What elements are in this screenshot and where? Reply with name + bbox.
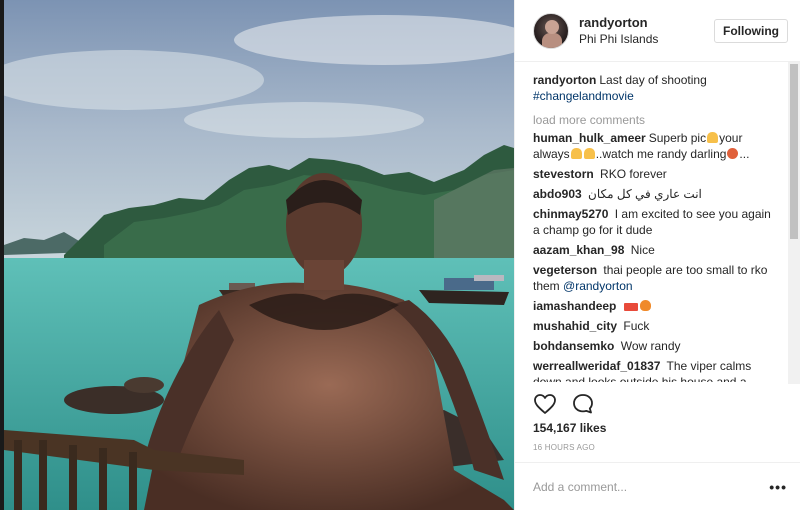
comment-user[interactable]: mushahid_city	[533, 319, 617, 333]
add-comment-bar: •••	[515, 462, 800, 510]
hashtag-link[interactable]: #changelandmovie	[533, 89, 634, 103]
load-more-comments-link[interactable]: load more comments	[533, 112, 773, 128]
caption: randyorton Last day of shooting #changela…	[533, 72, 773, 104]
hundred-emoji-icon	[623, 303, 638, 311]
comment-item: aazam_khan_98 Nice	[533, 242, 773, 258]
comment-item: human_hulk_ameer Superb pic your always ..w…	[533, 130, 773, 162]
fire-emoji-icon	[639, 300, 651, 311]
comment-user[interactable]: chinmay5270	[533, 207, 608, 221]
comment-item: mushahid_city Fuck	[533, 318, 773, 334]
comment-user[interactable]: stevestorn	[533, 167, 594, 181]
comment-input[interactable]	[533, 479, 770, 494]
comment-item: bohdansemko Wow randy	[533, 338, 773, 354]
more-options-icon[interactable]: •••	[769, 479, 787, 495]
caption-text: Last day of shooting	[599, 73, 707, 87]
comment-user[interactable]: human_hulk_ameer	[533, 131, 646, 145]
post-image	[4, 0, 514, 510]
comment-text: انت عاري في كل مكان	[588, 187, 702, 201]
comment-item: vegeterson thai people are too small to …	[533, 262, 773, 294]
post-photo[interactable]	[4, 0, 514, 510]
post-header: randyorton Phi Phi Islands Following	[515, 0, 800, 62]
comment-user[interactable]: iamashandeep	[533, 299, 616, 313]
mention-link[interactable]: @randyorton	[563, 279, 633, 293]
comment-icon[interactable]	[571, 392, 595, 416]
heart-icon[interactable]	[533, 392, 557, 416]
following-button[interactable]: Following	[714, 18, 788, 43]
comment-user[interactable]: abdo903	[533, 187, 582, 201]
comment-item: werreallweridaf_01837 The viper calms do…	[533, 358, 773, 382]
comment-text: Fuck	[623, 319, 650, 333]
post-side-panel: randyorton Phi Phi Islands Following ran…	[514, 0, 800, 510]
chicken-leg-emoji-icon	[727, 148, 739, 159]
location[interactable]: Phi Phi Islands	[579, 31, 714, 47]
likes-count[interactable]: 154,167 likes	[533, 421, 606, 435]
comment-item: chinmay5270 I am excited to see you agai…	[533, 206, 773, 238]
post-actions	[533, 392, 595, 416]
ok-hand-emoji-icon	[707, 132, 719, 143]
avatar[interactable]	[533, 12, 569, 49]
scrollbar-thumb[interactable]	[790, 64, 798, 239]
post-timestamp[interactable]: 16 HOURS AGO	[533, 443, 595, 452]
comment-user[interactable]: aazam_khan_98	[533, 243, 624, 257]
instagram-post: randyorton Phi Phi Islands Following ran…	[4, 0, 800, 510]
comment-user[interactable]: werreallweridaf_01837	[533, 359, 660, 373]
comment-text: ...	[739, 147, 750, 161]
comment-text: Wow randy	[620, 339, 681, 353]
comment-item: iamashandeep	[533, 298, 773, 314]
comment-user[interactable]: randyorton	[533, 73, 596, 87]
comments-scrollbar[interactable]	[788, 62, 800, 384]
comments-list: randyorton Last day of shooting #changela…	[515, 62, 787, 382]
comment-text: Superb pic	[648, 131, 707, 145]
thumbs-up-emoji-icon	[570, 148, 582, 159]
comment-text: Nice	[630, 243, 655, 257]
comment-user[interactable]: bohdansemko	[533, 339, 614, 353]
comment-user[interactable]: vegeterson	[533, 263, 597, 277]
ok-hand-emoji-icon	[583, 148, 595, 159]
comment-item: abdo903 انت عاري في كل مكان	[533, 186, 773, 202]
comment-text: ..watch me randy darling	[595, 147, 727, 161]
header-text: randyorton Phi Phi Islands	[579, 15, 714, 47]
username[interactable]: randyorton	[579, 15, 714, 31]
comment-item: stevestorn RKO forever	[533, 166, 773, 182]
comment-text: RKO forever	[600, 167, 667, 181]
